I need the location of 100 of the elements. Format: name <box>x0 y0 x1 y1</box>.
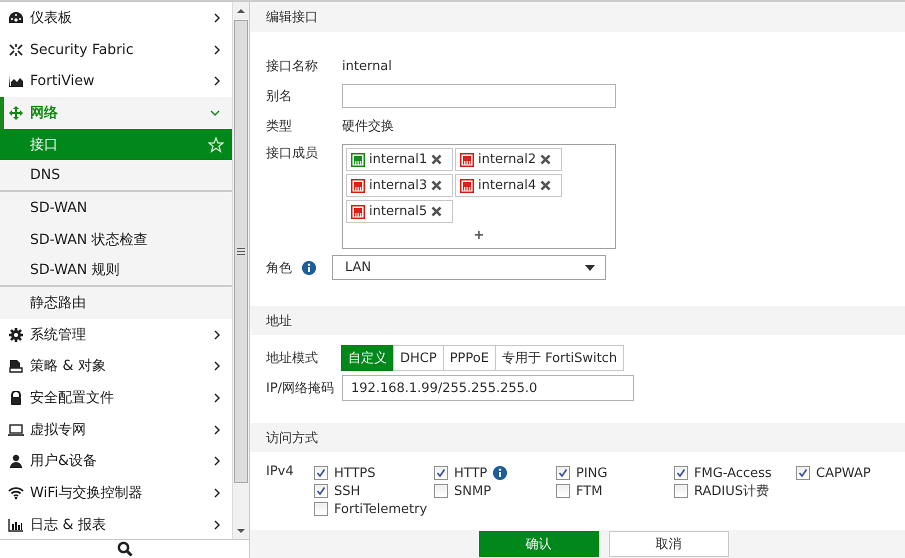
checkbox-label: FortiTelemetry <box>334 502 428 516</box>
field-label: 类型 <box>266 118 293 135</box>
mode-option[interactable]: DHCP <box>393 345 444 371</box>
checkbox-label: CAPWAP <box>816 466 871 480</box>
user-icon <box>8 454 24 468</box>
checkbox[interactable] <box>434 466 448 480</box>
chevron-right-icon <box>214 44 220 55</box>
scroll-down-icon[interactable] <box>237 528 246 534</box>
chevron-right-icon <box>214 361 220 372</box>
checkbox-label: FMG-Access <box>694 466 772 480</box>
search-icon[interactable] <box>116 541 132 557</box>
nav-item[interactable]: 用户&设备 <box>0 446 232 478</box>
dashboard-icon <box>8 10 24 25</box>
chevron-right-icon <box>214 520 220 530</box>
ip-field[interactable]: 192.168.1.99/255.255.255.0 <box>342 375 634 401</box>
checkbox-label: SNMP <box>454 484 492 498</box>
field-value: 硬件交换 <box>342 118 394 135</box>
member-chip[interactable]: internal4 <box>455 174 562 197</box>
field-value: internal <box>342 58 392 74</box>
laptop-icon <box>8 422 24 437</box>
mode-option[interactable]: 专用于 FortiSwitch <box>494 345 624 371</box>
nav-item[interactable]: 仪表板 <box>0 2 232 34</box>
ok-button[interactable]: 确认 <box>478 531 598 557</box>
nav-item[interactable]: 系统管理 <box>0 318 232 351</box>
field-label: 接口成员 <box>266 145 319 162</box>
member-chip[interactable]: internal1 <box>346 148 453 171</box>
chevron-right-icon <box>214 488 220 498</box>
nav-subitem[interactable]: 接口 <box>0 128 232 160</box>
checkbox[interactable] <box>556 484 570 498</box>
nav-subitem[interactable]: 静态路由 <box>0 287 232 319</box>
field-label: IPv4 <box>266 464 295 481</box>
chevron-right-icon <box>214 330 220 340</box>
nav-subitem[interactable]: SD-WAN 规则 <box>0 256 232 288</box>
bar-chart-icon <box>8 518 24 532</box>
section-header: 地址 <box>250 306 905 335</box>
checkbox[interactable] <box>556 466 570 480</box>
chevron-right-icon <box>214 424 220 435</box>
nav-item[interactable]: FortiView <box>0 65 232 98</box>
checkbox[interactable] <box>674 466 688 480</box>
checkbox-label: HTTP <box>454 466 488 480</box>
nav-item[interactable]: 虚拟专网 <box>0 414 232 446</box>
field-label: 别名 <box>266 88 293 105</box>
checkbox[interactable] <box>314 466 328 480</box>
field-label: 地址模式 <box>266 350 319 367</box>
role-dropdown[interactable]: LAN <box>332 255 606 280</box>
remove-icon[interactable] <box>431 206 442 217</box>
remove-icon[interactable] <box>540 154 552 165</box>
nav-item[interactable]: WiFi与交换控制器 <box>0 477 232 509</box>
checkbox[interactable] <box>314 502 328 516</box>
info-icon[interactable] <box>302 260 316 274</box>
remove-icon[interactable] <box>431 154 442 165</box>
member-chip[interactable]: internal3 <box>346 174 453 197</box>
star-icon[interactable] <box>208 136 224 153</box>
member-chip[interactable]: internal2 <box>455 148 562 171</box>
field-label: IP/网络掩码 <box>266 380 336 397</box>
member-chip[interactable]: internal5 <box>346 200 453 223</box>
chevron-right-icon <box>214 76 220 86</box>
alias-field[interactable] <box>342 84 616 108</box>
mode-option[interactable]: 自定义 <box>341 345 394 371</box>
checkbox-label: RADIUS计费 <box>694 483 770 500</box>
caret-icon <box>585 264 595 270</box>
gear-icon <box>8 328 24 342</box>
checkbox-label: SSH <box>334 484 360 498</box>
nav-item[interactable]: 日志 & 报表 <box>0 509 232 541</box>
add-button[interactable]: + <box>474 228 484 243</box>
page-title: 编辑接口 <box>250 2 905 32</box>
checkbox[interactable] <box>796 466 810 480</box>
wifi-icon <box>8 486 24 500</box>
mode-option[interactable]: PPPoE <box>442 345 496 371</box>
checkbox-label: FTM <box>576 484 602 498</box>
lock-icon <box>8 391 24 406</box>
remove-icon[interactable] <box>540 180 552 191</box>
nav-item[interactable]: 策略 & 对象 <box>0 350 232 382</box>
checkbox[interactable] <box>674 484 688 498</box>
chevron-right-icon <box>214 12 220 23</box>
info-icon[interactable] <box>493 466 508 480</box>
checkbox-label: HTTPS <box>334 466 376 480</box>
fabric-icon <box>8 42 24 57</box>
nav-subitem[interactable]: SD-WAN 状态检查 <box>0 224 232 256</box>
grip-icon <box>237 248 246 255</box>
document-icon <box>8 359 24 374</box>
chevron-right-icon <box>214 456 220 466</box>
field-label: 角色 <box>266 260 292 276</box>
chevron-down-icon <box>210 110 220 116</box>
nav-subitem[interactable]: SD-WAN <box>0 192 232 224</box>
member-list-field[interactable]: internal1 internal2 internal3 internal4 internal5 + <box>342 144 616 249</box>
scroll-up-icon[interactable] <box>237 8 246 12</box>
checkbox-label: PING <box>576 466 608 480</box>
nav-item[interactable]: Security Fabric <box>0 34 232 66</box>
remove-icon[interactable] <box>431 180 442 191</box>
move-icon <box>8 106 24 120</box>
checkbox[interactable] <box>314 484 328 498</box>
cancel-button[interactable]: 取消 <box>608 531 728 557</box>
scrollbar[interactable] <box>232 2 249 539</box>
section-header: 访问方式 <box>250 423 905 452</box>
chevron-right-icon <box>214 393 220 404</box>
nav-subitem[interactable]: DNS <box>0 160 232 192</box>
nav-item[interactable]: 安全配置文件 <box>0 382 232 414</box>
nav-item[interactable]: 网络 <box>0 97 232 129</box>
checkbox[interactable] <box>434 484 448 498</box>
